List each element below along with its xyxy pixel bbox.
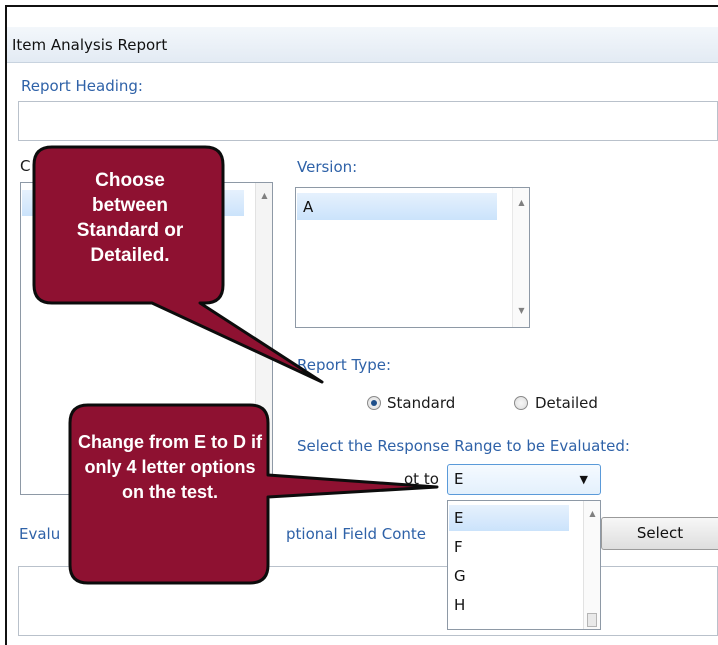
callout-layer — [32, 145, 439, 585]
callout-text-response-range: Change from E to D if only 4 letter opti… — [78, 432, 262, 502]
callout-text-report-type: Choose between Standard or Detailed. — [76, 170, 184, 266]
